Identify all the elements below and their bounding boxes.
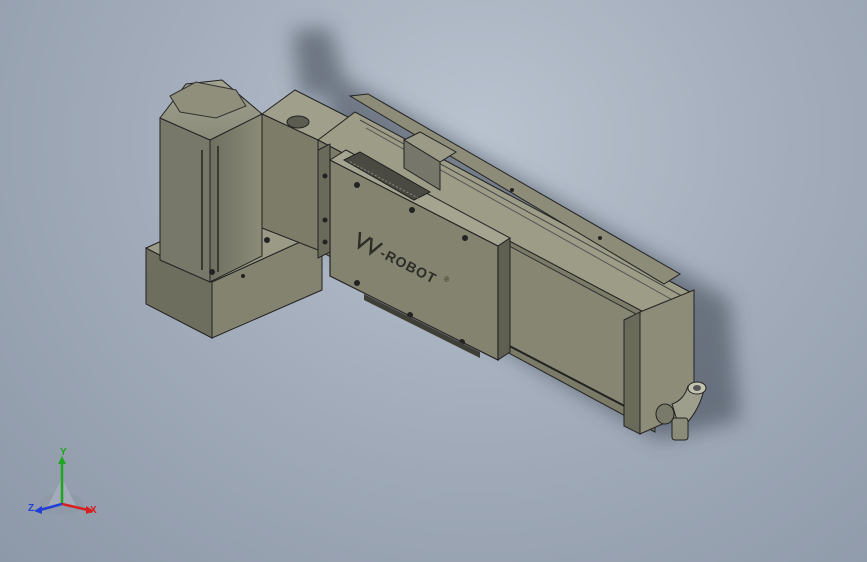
carriage-side	[497, 237, 511, 361]
rail-end-cap-front	[623, 311, 641, 435]
triad-z-label: Z	[28, 503, 35, 514]
motor-mount-flange	[317, 143, 331, 259]
coordinate-triad[interactable]: Y X Z	[26, 448, 106, 522]
linear-actuator-model[interactable]: -ROBOT ®	[0, 0, 867, 562]
triad-x-label: X	[90, 505, 97, 516]
triad-y-label: Y	[60, 447, 67, 458]
cad-viewport[interactable]: -ROBOT ® Y X Z	[0, 0, 867, 562]
